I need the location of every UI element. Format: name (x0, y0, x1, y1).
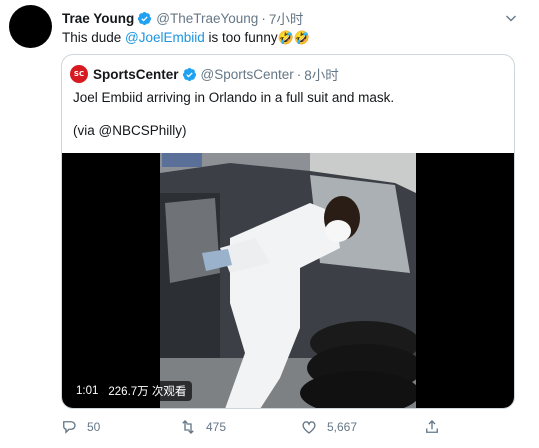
video-player[interactable]: 1:01 226.7万 次观看 (62, 153, 514, 408)
verified-badge-icon (138, 11, 152, 25)
timestamp[interactable]: 7小时 (269, 8, 304, 28)
tweet-text-prefix: This dude (62, 30, 126, 45)
separator-dot: · (261, 10, 266, 26)
tweet-text-suffix: is too funny (204, 30, 278, 45)
quoted-timestamp[interactable]: 8小时 (304, 64, 339, 84)
mention-link[interactable]: @JoelEmbiid (125, 30, 205, 45)
like-button[interactable]: 5,667 (300, 416, 357, 438)
quoted-tweet-header: SC SportsCenter @SportsCenter · 8小时 (70, 65, 339, 83)
quoted-text: Joel Embiid arriving in Orlando in a ful… (73, 90, 395, 105)
reply-button[interactable]: 50 (60, 416, 100, 438)
video-frame (160, 153, 416, 408)
separator-dot: · (296, 66, 302, 82)
reply-count: 50 (87, 420, 101, 434)
avatar[interactable] (9, 5, 52, 48)
video-duration: 1:01 (76, 385, 99, 397)
quoted-display-name[interactable]: SportsCenter (93, 67, 179, 82)
handle[interactable]: @TheTraeYoung (156, 11, 258, 26)
laughing-emoji-icon: 🤣🤣 (277, 30, 310, 45)
tweet-card[interactable]: Trae Young @TheTraeYoung · 7小时 This dude… (0, 0, 539, 448)
tweet-actions: 50 475 5,667 (60, 416, 480, 438)
retweet-icon (182, 420, 194, 434)
like-count: 5,667 (327, 420, 358, 434)
tweet-header: Trae Young @TheTraeYoung · 7小时 (62, 8, 304, 28)
verified-badge-icon (182, 67, 196, 81)
quoted-tweet[interactable]: SC SportsCenter @SportsCenter · 8小时 Joel… (61, 54, 515, 409)
share-button[interactable] (423, 416, 450, 438)
reply-icon (63, 421, 76, 434)
video-views: 226.7万 次观看 (108, 386, 187, 398)
quoted-via: (via @NBCSPhilly) (73, 123, 187, 138)
retweet-count: 475 (206, 420, 227, 434)
tweet-text: This dude @JoelEmbiid is too funny🤣🤣 (62, 29, 310, 47)
chevron-down-icon[interactable] (505, 12, 517, 24)
retweet-button[interactable]: 475 (179, 416, 226, 438)
display-name[interactable]: Trae Young (62, 11, 134, 26)
video-stats: 1:01 226.7万 次观看 (70, 381, 193, 401)
share-icon (426, 420, 438, 433)
heart-icon (302, 421, 316, 434)
quoted-avatar[interactable]: SC (70, 65, 88, 83)
quoted-handle[interactable]: @SportsCenter (201, 67, 294, 82)
